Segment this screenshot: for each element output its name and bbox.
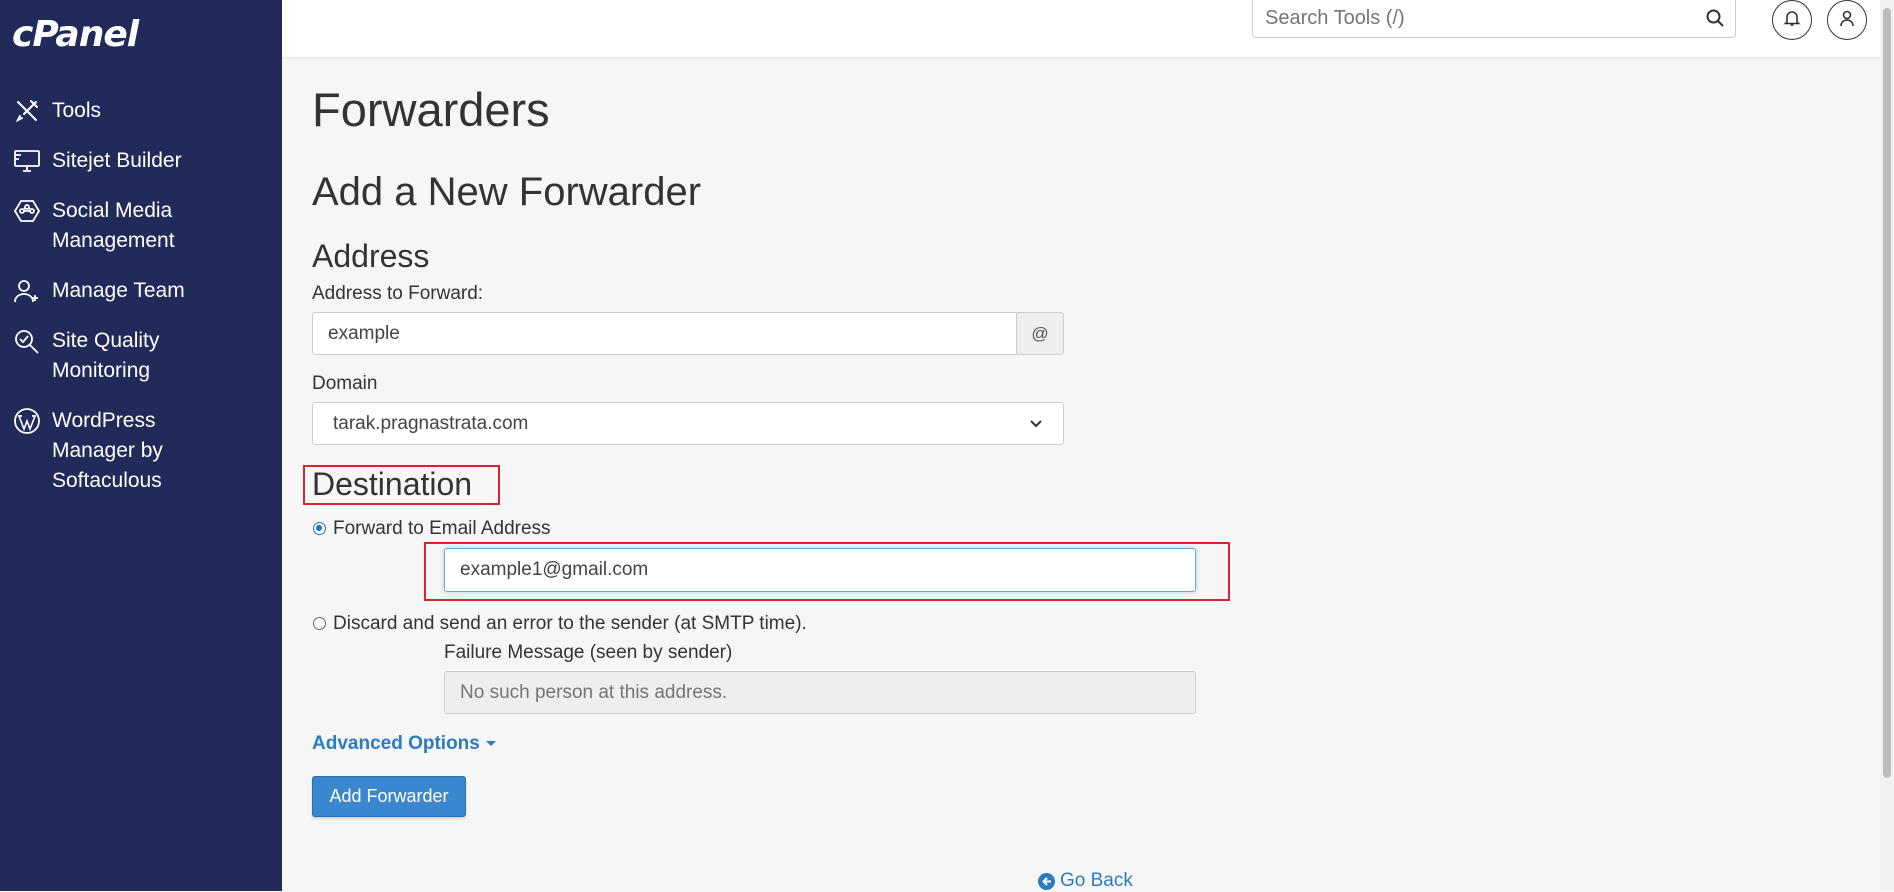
destination-heading: Destination [312, 466, 473, 502]
address-input-group: @ [312, 312, 1064, 355]
address-heading: Address [312, 238, 430, 274]
discard-option-label[interactable]: Discard and send an error to the sender … [333, 613, 807, 635]
top-header [282, 0, 1894, 57]
domain-select[interactable]: tarak.pragnastrata.com [312, 402, 1064, 445]
caret-down-icon [485, 741, 496, 747]
forward-radio[interactable] [313, 522, 326, 535]
section-title: Add a New Forwarder [312, 170, 702, 214]
address-label: Address to Forward: [312, 283, 484, 304]
forward-email-input[interactable] [444, 548, 1196, 592]
monitor-icon [12, 146, 42, 176]
wordpress-icon [12, 406, 42, 436]
discard-radio[interactable] [313, 617, 326, 630]
search-tools [1252, 0, 1736, 38]
sidebar-item-label: Site Quality Monitoring [52, 329, 160, 382]
page-scrollbar[interactable] [1880, 0, 1894, 891]
failure-message-input[interactable] [444, 671, 1196, 714]
go-back-link[interactable]: Go Back [1038, 870, 1133, 892]
sidebar-item-social-media[interactable]: Social Media Management [0, 196, 282, 256]
address-input[interactable] [312, 312, 1017, 355]
user-plus-icon [12, 276, 42, 306]
sidebar-item-manage-team[interactable]: Manage Team [0, 276, 282, 306]
sidebar-item-site-quality[interactable]: Site Quality Monitoring [0, 326, 282, 386]
sidebar-item-label: Tools [52, 99, 102, 122]
add-forwarder-button[interactable]: Add Forwarder [312, 776, 466, 817]
sidebar-item-sitejet[interactable]: Sitejet Builder [0, 146, 282, 176]
sidebar-item-tools[interactable]: Tools [0, 96, 282, 126]
arrow-left-circle-icon [1038, 872, 1055, 890]
advanced-options-label: Advanced Options [312, 733, 480, 754]
search-input[interactable] [1253, 0, 1697, 36]
domain-label: Domain [312, 373, 378, 394]
sidebar-item-label: Manage Team [52, 279, 185, 302]
search-check-icon [12, 326, 42, 356]
advanced-options-toggle[interactable]: Advanced Options [312, 733, 496, 755]
sidebar-nav: Tools Sitejet Builder Social Media Manag… [0, 96, 282, 516]
user-icon [1838, 9, 1856, 32]
sidebar-item-wordpress[interactable]: WordPress Manager by Softaculous [0, 406, 282, 496]
scrollbar-thumb[interactable] [1883, 8, 1891, 778]
failure-message-label: Failure Message (seen by sender) [444, 642, 733, 663]
sidebar-item-label: Sitejet Builder [52, 149, 182, 172]
social-network-icon [12, 196, 42, 226]
sidebar-item-label: WordPress Manager by Softaculous [52, 409, 163, 492]
page-title: Forwarders [312, 83, 550, 136]
go-back-label: Go Back [1060, 870, 1133, 891]
sidebar: cPanel Tools Sitejet Builder Social Medi… [0, 0, 282, 891]
tools-icon [12, 96, 42, 126]
cpanel-logo[interactable]: cPanel [12, 14, 139, 55]
user-menu-button[interactable] [1827, 0, 1867, 40]
search-icon[interactable] [1705, 8, 1725, 33]
bell-icon [1783, 9, 1801, 32]
domain-selected-value: tarak.pragnastrata.com [333, 412, 529, 434]
sidebar-item-label: Social Media Management [52, 199, 175, 252]
forward-option-label[interactable]: Forward to Email Address [333, 518, 551, 540]
chevron-down-icon [1029, 413, 1043, 435]
at-addon: @ [1017, 312, 1064, 355]
notifications-button[interactable] [1772, 0, 1812, 40]
